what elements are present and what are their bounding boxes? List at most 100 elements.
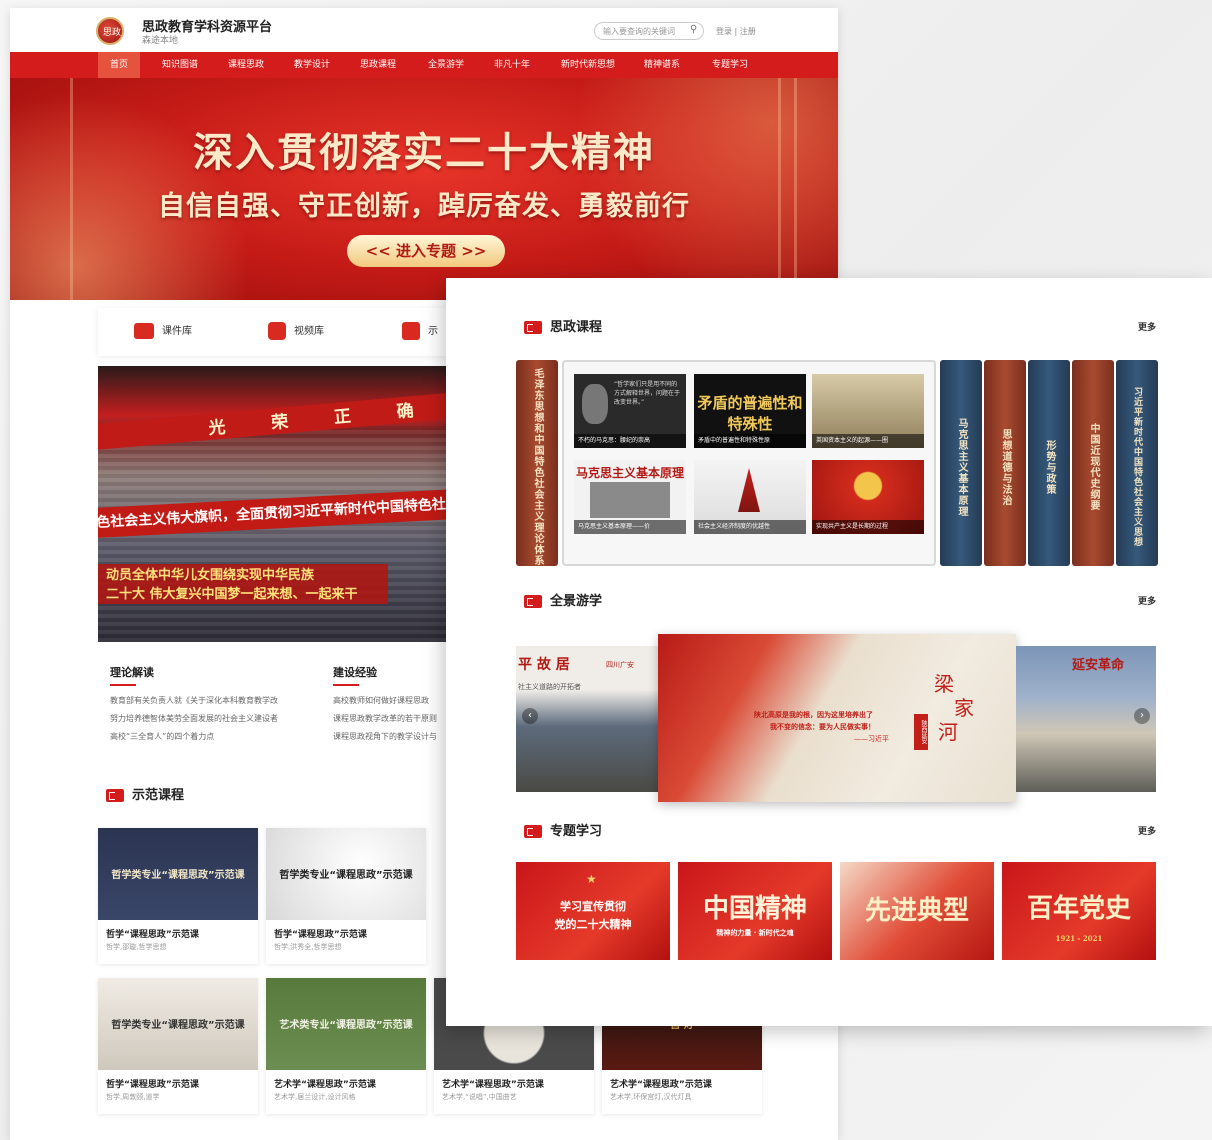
demo-icon bbox=[402, 322, 420, 340]
slide-title: 平 故 居 bbox=[518, 657, 570, 673]
main-nav: 首页 知识图谱 课程思政 教学设计 思政课程 全景游学 非凡十年 新时代新思想 … bbox=[10, 52, 838, 78]
more-link[interactable]: 更多 bbox=[1138, 320, 1156, 333]
next-arrow-icon[interactable]: › bbox=[1134, 708, 1150, 724]
nav-course-ideology[interactable]: 课程思政 bbox=[226, 52, 266, 78]
play-icon bbox=[268, 322, 286, 340]
book-spine[interactable]: 形势与政策 bbox=[1028, 360, 1070, 566]
course-title: 艺术学“课程思政”示范课 bbox=[274, 1080, 376, 1090]
course-card-image: 哲学类专业“课程思政”示范课 bbox=[98, 978, 258, 1070]
thumb-caption: 社会主义经济制度的优越性 bbox=[694, 520, 806, 534]
course-card[interactable]: 哲学类专业“课程思政”示范课 哲学“课程思政”示范课 哲学,周敦颐,道学 bbox=[98, 978, 258, 1114]
site-header: 思政 思政教育学科资源平台 森途本地 输入要查询的关键词 ⚲ 登录 | 注册 bbox=[10, 8, 838, 52]
video-thumb[interactable]: 社会主义经济制度的优越性 bbox=[694, 460, 806, 534]
news-link[interactable]: 课程思政视角下的教学设计与 bbox=[333, 728, 445, 746]
video-thumb[interactable]: “哲学家们只是用不同的方式解释世界，问题在于改变世界。” 不朽的马克思：腰纪的崇… bbox=[574, 374, 686, 448]
section-heading-ideology: 思政课程 bbox=[524, 316, 602, 335]
book-spine[interactable]: 毛泽东思想和中国特色社会主义理论体系概论 bbox=[516, 360, 558, 566]
news-theory: 理论解读 教育部有关负责人就《关于深化本科教育教学改 努力培养德智体美劳全面发展… bbox=[110, 664, 320, 746]
course-title: 艺术学“课程思政”示范课 bbox=[610, 1080, 712, 1090]
section-heading-text: 思政课程 bbox=[550, 320, 603, 335]
news-heading[interactable]: 理论解读 bbox=[110, 664, 320, 680]
slide-quote: 陕北高原是我的根，因为这里培养出了 bbox=[754, 711, 873, 719]
section-icon bbox=[524, 321, 542, 334]
slide-quote: 我不变的信念：要为人民做实事！ bbox=[770, 723, 875, 731]
book-spine[interactable]: 中国近现代史纲要 bbox=[1072, 360, 1114, 566]
nav-ideology-course[interactable]: 思政课程 bbox=[358, 52, 398, 78]
course-tags: 艺术学,“说唱”,中国曲艺 bbox=[442, 1093, 517, 1101]
site-logo[interactable]: 思政 bbox=[96, 17, 124, 45]
nav-spirit-lineage[interactable]: 精神谱系 bbox=[642, 52, 682, 78]
video-library-link[interactable]: 视频库 bbox=[268, 322, 324, 340]
course-card[interactable]: 哲学类专业“课程思政”示范课 哲学“课程思政”示范课 哲学,洪秀全,哲学思想 bbox=[266, 828, 426, 964]
topic-title: 中国精神 bbox=[702, 894, 807, 924]
book-spine[interactable]: 思想道德与法治 bbox=[984, 360, 1026, 566]
more-link[interactable]: 更多 bbox=[1138, 594, 1156, 607]
topic-card[interactable]: ★ 学习宣传贯彻 党的二十大精神 bbox=[516, 862, 670, 960]
book-spine[interactable]: 习近平新时代中国特色社会主义思想 bbox=[1116, 360, 1158, 566]
portrait bbox=[582, 384, 608, 424]
thumb-title: 矛盾的普遍性和特殊性 bbox=[697, 394, 803, 433]
video-thumb[interactable]: 矛盾的普遍性和特殊性 矛盾中的普遍性和特殊性原 bbox=[694, 374, 806, 448]
news-link[interactable]: 教育部有关负责人就《关于深化本科教育教学改 bbox=[110, 692, 320, 710]
site-subtitle: 森途本地 bbox=[142, 36, 179, 46]
nav-topic-study[interactable]: 专题学习 bbox=[710, 52, 750, 78]
login-register-link[interactable]: 登录 | 注册 bbox=[716, 26, 756, 37]
demo-label: 示 bbox=[428, 326, 438, 337]
news-heading[interactable]: 建设经验 bbox=[333, 664, 445, 680]
more-link[interactable]: 更多 bbox=[1138, 824, 1156, 837]
nav-teaching-design[interactable]: 教学设计 bbox=[292, 52, 332, 78]
search-input[interactable]: 输入要查询的关键词 bbox=[594, 22, 704, 40]
nav-decade[interactable]: 非凡十年 bbox=[492, 52, 532, 78]
slide-subtitle: 社主义道路的开拓者 bbox=[518, 683, 581, 691]
news-link[interactable]: 高校教师如何做好课程思政 bbox=[333, 692, 445, 710]
course-card[interactable]: 哲学类专业“课程思政”示范课 哲学“课程思政”示范课 哲学,邵璇,哲学思想 bbox=[98, 828, 258, 964]
enter-topic-button[interactable]: << 进入专题 >> bbox=[347, 235, 505, 267]
course-title: 哲学“课程思政”示范课 bbox=[106, 1080, 199, 1090]
video-label: 视频库 bbox=[294, 326, 324, 337]
portrait bbox=[590, 482, 670, 518]
book-spine[interactable]: 马克思主义基本原理 bbox=[940, 360, 982, 566]
banner-title: 深入贯彻落实二十大精神 bbox=[193, 130, 655, 176]
section-heading-topics: 专题学习 bbox=[524, 820, 602, 839]
news-link[interactable]: 课程思政教学改革的若干原则 bbox=[333, 710, 445, 728]
slide-title-char: 河 bbox=[938, 720, 958, 744]
photo-slogan: 动员全体中华儿女围绕实现中华民族 二十大 伟大复兴中国梦一起来想、一起来干 bbox=[98, 564, 388, 604]
news-link[interactable]: 努力培养德智体美劳全面发展的社会主义建设者 bbox=[110, 710, 320, 728]
course-shelf: “哲学家们只是用不同的方式解释世界，问题在于改变世界。” 不朽的马克思：腰纪的崇… bbox=[562, 360, 936, 566]
topic-card[interactable]: 先进典型 bbox=[840, 862, 994, 960]
courseware-library-link[interactable]: 课件库 bbox=[134, 322, 192, 339]
heading-underline bbox=[333, 684, 359, 686]
slide-tag: 四川广安 bbox=[606, 661, 634, 669]
video-thumb[interactable]: 英国资本主义的起源——圈 bbox=[812, 374, 924, 448]
thumb-quote: “哲学家们只是用不同的方式解释世界，问题在于改变世界。” bbox=[614, 381, 681, 406]
news-experience: 建设经验 高校教师如何做好课程思政 课程思政教学改革的若干原则 课程思政视角下的… bbox=[333, 664, 445, 746]
video-thumb[interactable]: 实现共产主义是长期的过程 bbox=[812, 460, 924, 534]
nav-new-era-thought[interactable]: 新时代新思想 bbox=[558, 52, 618, 78]
heading-underline bbox=[110, 684, 136, 686]
search-icon[interactable]: ⚲ bbox=[690, 24, 697, 35]
topic-title: 百年党史 bbox=[1026, 894, 1131, 924]
topic-subtitle: 1921 - 2021 bbox=[1055, 934, 1103, 943]
ship-icon bbox=[738, 468, 760, 512]
courseware-label: 课件库 bbox=[162, 326, 192, 337]
course-tags: 艺术学,居兰设计,设计风格 bbox=[274, 1093, 356, 1101]
video-thumb[interactable]: 马克思主义基本原理 马克思主义基本原理——价 bbox=[574, 460, 686, 534]
course-card[interactable]: 艺术类专业“课程思政”示范课 艺术学“课程思政”示范课 艺术学,居兰设计,设计风… bbox=[266, 978, 426, 1114]
topic-subtitle: 精神的力量 · 新时代之魂 bbox=[716, 928, 794, 937]
demo-library-link[interactable]: 示 bbox=[402, 322, 438, 340]
news-link[interactable]: 高校“三全育人”的四个着力点 bbox=[110, 728, 320, 746]
thumb-title: 马克思主义基本原理 bbox=[575, 466, 684, 480]
topic-card[interactable]: 百年党史 1921 - 2021 bbox=[1002, 862, 1156, 960]
nav-panorama-study[interactable]: 全景游学 bbox=[426, 52, 466, 78]
panorama-slide-main[interactable]: 梁 家 河 陕西延安 陕北高原是我的根，因为这里培养出了 我不变的信念：要为人民… bbox=[658, 634, 1016, 802]
prev-arrow-icon[interactable]: ‹ bbox=[522, 708, 538, 724]
nav-knowledge-graph[interactable]: 知识图谱 bbox=[160, 52, 200, 78]
section-icon bbox=[106, 789, 124, 802]
section-icon bbox=[524, 825, 542, 838]
topic-card[interactable]: 中国精神 精神的力量 · 新时代之魂 bbox=[678, 862, 832, 960]
nav-home[interactable]: 首页 bbox=[98, 52, 140, 78]
slide-title-char: 梁 bbox=[934, 672, 954, 696]
course-title: 哲学“课程思政”示范课 bbox=[106, 930, 199, 940]
course-tags: 哲学,洪秀全,哲学思想 bbox=[274, 943, 342, 951]
slogan-line-2: 二十大 伟大复兴中国梦一起来想、一起来干 bbox=[106, 587, 358, 602]
